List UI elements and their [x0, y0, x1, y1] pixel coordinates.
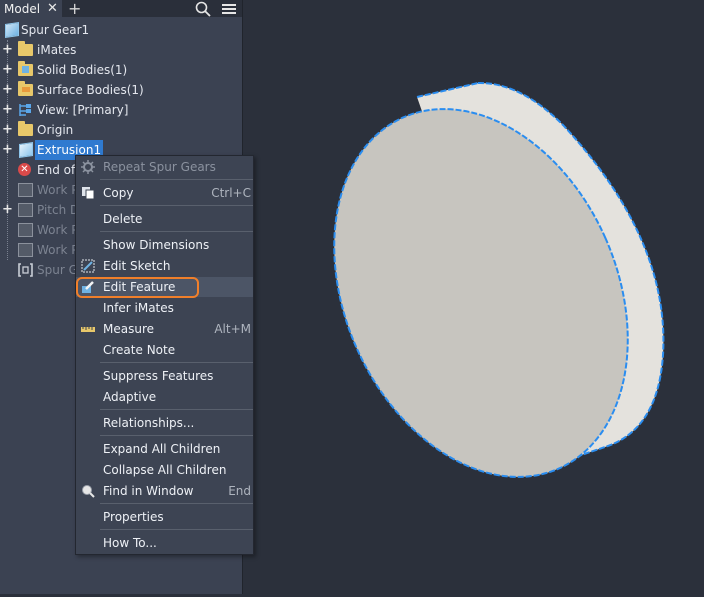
- menu-item-label: Suppress Features: [103, 369, 214, 383]
- tree-root-label: Spur Gear1: [21, 23, 90, 37]
- find-icon: [82, 485, 95, 498]
- tree-item-label: Surface Bodies(1): [37, 83, 144, 97]
- menu-separator: [100, 231, 253, 232]
- menu-item-label: Create Note: [103, 343, 176, 357]
- expand-icon[interactable]: +: [2, 140, 13, 160]
- menu-item-create-note[interactable]: Create Note: [76, 340, 253, 360]
- menu-item-label: Show Dimensions: [103, 238, 210, 252]
- tab-model[interactable]: Model ✕: [0, 0, 62, 17]
- tree-item-imates[interactable]: + iMates: [0, 40, 240, 60]
- menu-item-label: Adaptive: [103, 390, 157, 404]
- folder-icon: [18, 41, 33, 57]
- sketch-icon: [81, 259, 95, 273]
- context-menu: Repeat Spur Gears Copy Ctrl+C Delete Sho…: [75, 155, 254, 555]
- menu-item-relationships[interactable]: Relationships...: [76, 413, 253, 433]
- browser-tab-bar: Model ✕ +: [0, 0, 242, 18]
- extrusion-icon: [18, 142, 33, 158]
- menu-separator: [100, 503, 253, 504]
- shortcut-label: Ctrl+C: [211, 186, 251, 200]
- tree-item-solid-bodies[interactable]: + Solid Bodies(1): [0, 60, 240, 80]
- cylinder-model[interactable]: [243, 0, 704, 594]
- menu-item-find-in-window[interactable]: Find in Window End: [76, 481, 253, 501]
- menu-separator: [100, 409, 253, 410]
- close-tab-icon[interactable]: ✕: [47, 1, 58, 16]
- tree-item-label: Origin: [37, 123, 74, 137]
- folder-icon: [18, 121, 33, 137]
- expand-icon[interactable]: +: [2, 120, 13, 140]
- menu-item-adaptive[interactable]: Adaptive: [76, 387, 253, 407]
- menu-item-label: Find in Window: [103, 484, 194, 498]
- hamburger-menu-icon[interactable]: [221, 2, 237, 16]
- tree-item-label: Work P: [37, 243, 79, 257]
- menu-separator: [100, 435, 253, 436]
- tree-item-label: iMates: [37, 43, 77, 57]
- menu-item-label: Expand All Children: [103, 442, 221, 456]
- menu-item-label: Properties: [103, 510, 164, 524]
- tree-item-label: End of: [37, 163, 76, 177]
- menu-item-label: Infer iMates: [103, 301, 174, 315]
- tree-item-label: Work P: [37, 223, 79, 237]
- menu-item-delete[interactable]: Delete: [76, 209, 253, 229]
- menu-separator: [100, 179, 253, 180]
- surface-bodies-icon: [18, 81, 33, 97]
- tab-model-label: Model: [4, 1, 41, 16]
- view-icon: [18, 103, 33, 117]
- part-cube-icon: [4, 22, 19, 38]
- menu-item-suppress-features[interactable]: Suppress Features: [76, 366, 253, 386]
- menu-item-label: Collapse All Children: [103, 463, 227, 477]
- tree-root[interactable]: Spur Gear1: [0, 20, 240, 40]
- ruler-icon: [81, 327, 95, 332]
- spur-gear-icon: [18, 263, 33, 277]
- menu-item-expand-all-children[interactable]: Expand All Children: [76, 439, 253, 459]
- tree-item-label: Solid Bodies(1): [37, 63, 128, 77]
- add-tab-icon[interactable]: +: [68, 0, 81, 18]
- copy-icon: [82, 187, 95, 200]
- search-icon[interactable]: [195, 1, 211, 17]
- menu-item-show-dimensions[interactable]: Show Dimensions: [76, 235, 253, 255]
- expand-icon[interactable]: +: [2, 100, 13, 120]
- menu-item-copy[interactable]: Copy Ctrl+C: [76, 183, 253, 203]
- menu-item-how-to[interactable]: How To...: [76, 533, 253, 553]
- tree-item-origin[interactable]: + Origin: [0, 120, 240, 140]
- work-plane-icon: [18, 223, 33, 237]
- tree-item-label: Spur G: [37, 263, 78, 277]
- menu-separator: [100, 529, 253, 530]
- menu-item-repeat-spur-gears[interactable]: Repeat Spur Gears: [76, 157, 253, 177]
- menu-item-collapse-all-children[interactable]: Collapse All Children: [76, 460, 253, 480]
- tree-item-label: Work P: [37, 183, 79, 197]
- solid-bodies-icon: [18, 61, 33, 77]
- graphics-viewport[interactable]: [243, 0, 704, 594]
- menu-item-properties[interactable]: Properties: [76, 507, 253, 527]
- expand-icon[interactable]: +: [2, 60, 13, 80]
- menu-separator: [100, 205, 253, 206]
- menu-item-label: Delete: [103, 212, 143, 226]
- menu-item-label: Repeat Spur Gears: [103, 160, 216, 174]
- menu-item-infer-imates[interactable]: Infer iMates: [76, 298, 253, 318]
- expand-icon[interactable]: +: [2, 80, 13, 100]
- expand-icon[interactable]: +: [2, 200, 13, 220]
- menu-item-label: How To...: [103, 536, 157, 550]
- menu-separator: [100, 362, 253, 363]
- shortcut-label: Alt+M: [214, 322, 251, 336]
- edit-feature-highlight-ring: [76, 277, 199, 298]
- work-plane-icon: [18, 243, 33, 257]
- menu-item-label: Relationships...: [103, 416, 195, 430]
- work-plane-icon: [18, 203, 33, 217]
- menu-item-label: Edit Sketch: [103, 259, 171, 273]
- tree-item-surface-bodies[interactable]: + Surface Bodies(1): [0, 80, 240, 100]
- tree-item-view[interactable]: + View: [Primary]: [0, 100, 240, 120]
- expand-icon[interactable]: +: [2, 40, 13, 60]
- tree-item-label: Pitch D: [37, 203, 80, 217]
- menu-item-measure[interactable]: Measure Alt+M: [76, 319, 253, 339]
- menu-item-label: Measure: [103, 322, 154, 336]
- tree-item-label: View: [Primary]: [37, 103, 129, 117]
- gear-icon: [81, 160, 95, 174]
- work-plane-icon: [18, 183, 33, 197]
- error-icon: ✕: [18, 163, 33, 177]
- menu-item-label: Copy: [103, 186, 134, 200]
- menu-item-edit-sketch[interactable]: Edit Sketch: [76, 256, 253, 276]
- shortcut-label: End: [228, 484, 251, 498]
